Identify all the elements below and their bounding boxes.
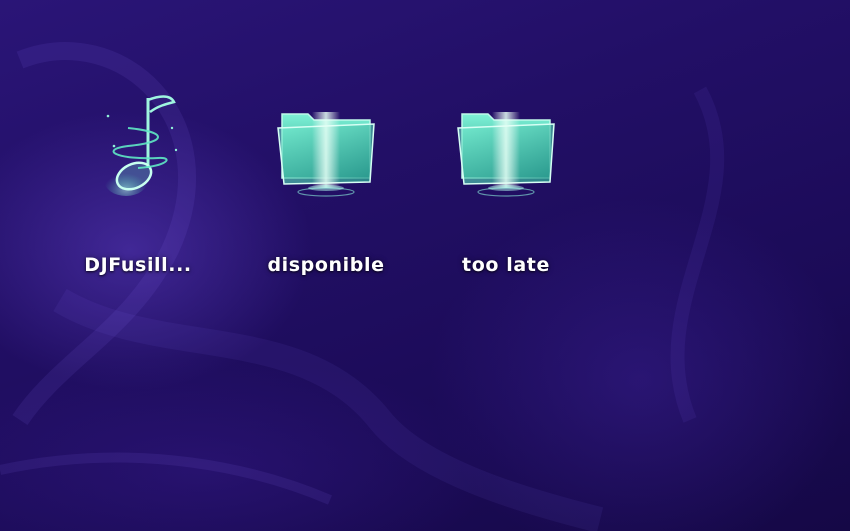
folder-icon <box>277 112 375 197</box>
folder-icon <box>457 112 555 197</box>
music-note-icon <box>104 95 178 196</box>
desktop-icon-label: too late <box>462 254 550 276</box>
desktop-icon-disponible[interactable]: disponible <box>251 110 401 300</box>
desktop-icon-too-late[interactable]: too late <box>431 110 581 300</box>
desktop-icon-label: DJFusill... <box>84 254 192 276</box>
desktop-icon-label: disponible <box>267 254 385 276</box>
desktop-icon-djfusill[interactable]: DJFusill... <box>63 95 213 300</box>
desktop: DJFusill... disponible too late <box>0 0 850 531</box>
